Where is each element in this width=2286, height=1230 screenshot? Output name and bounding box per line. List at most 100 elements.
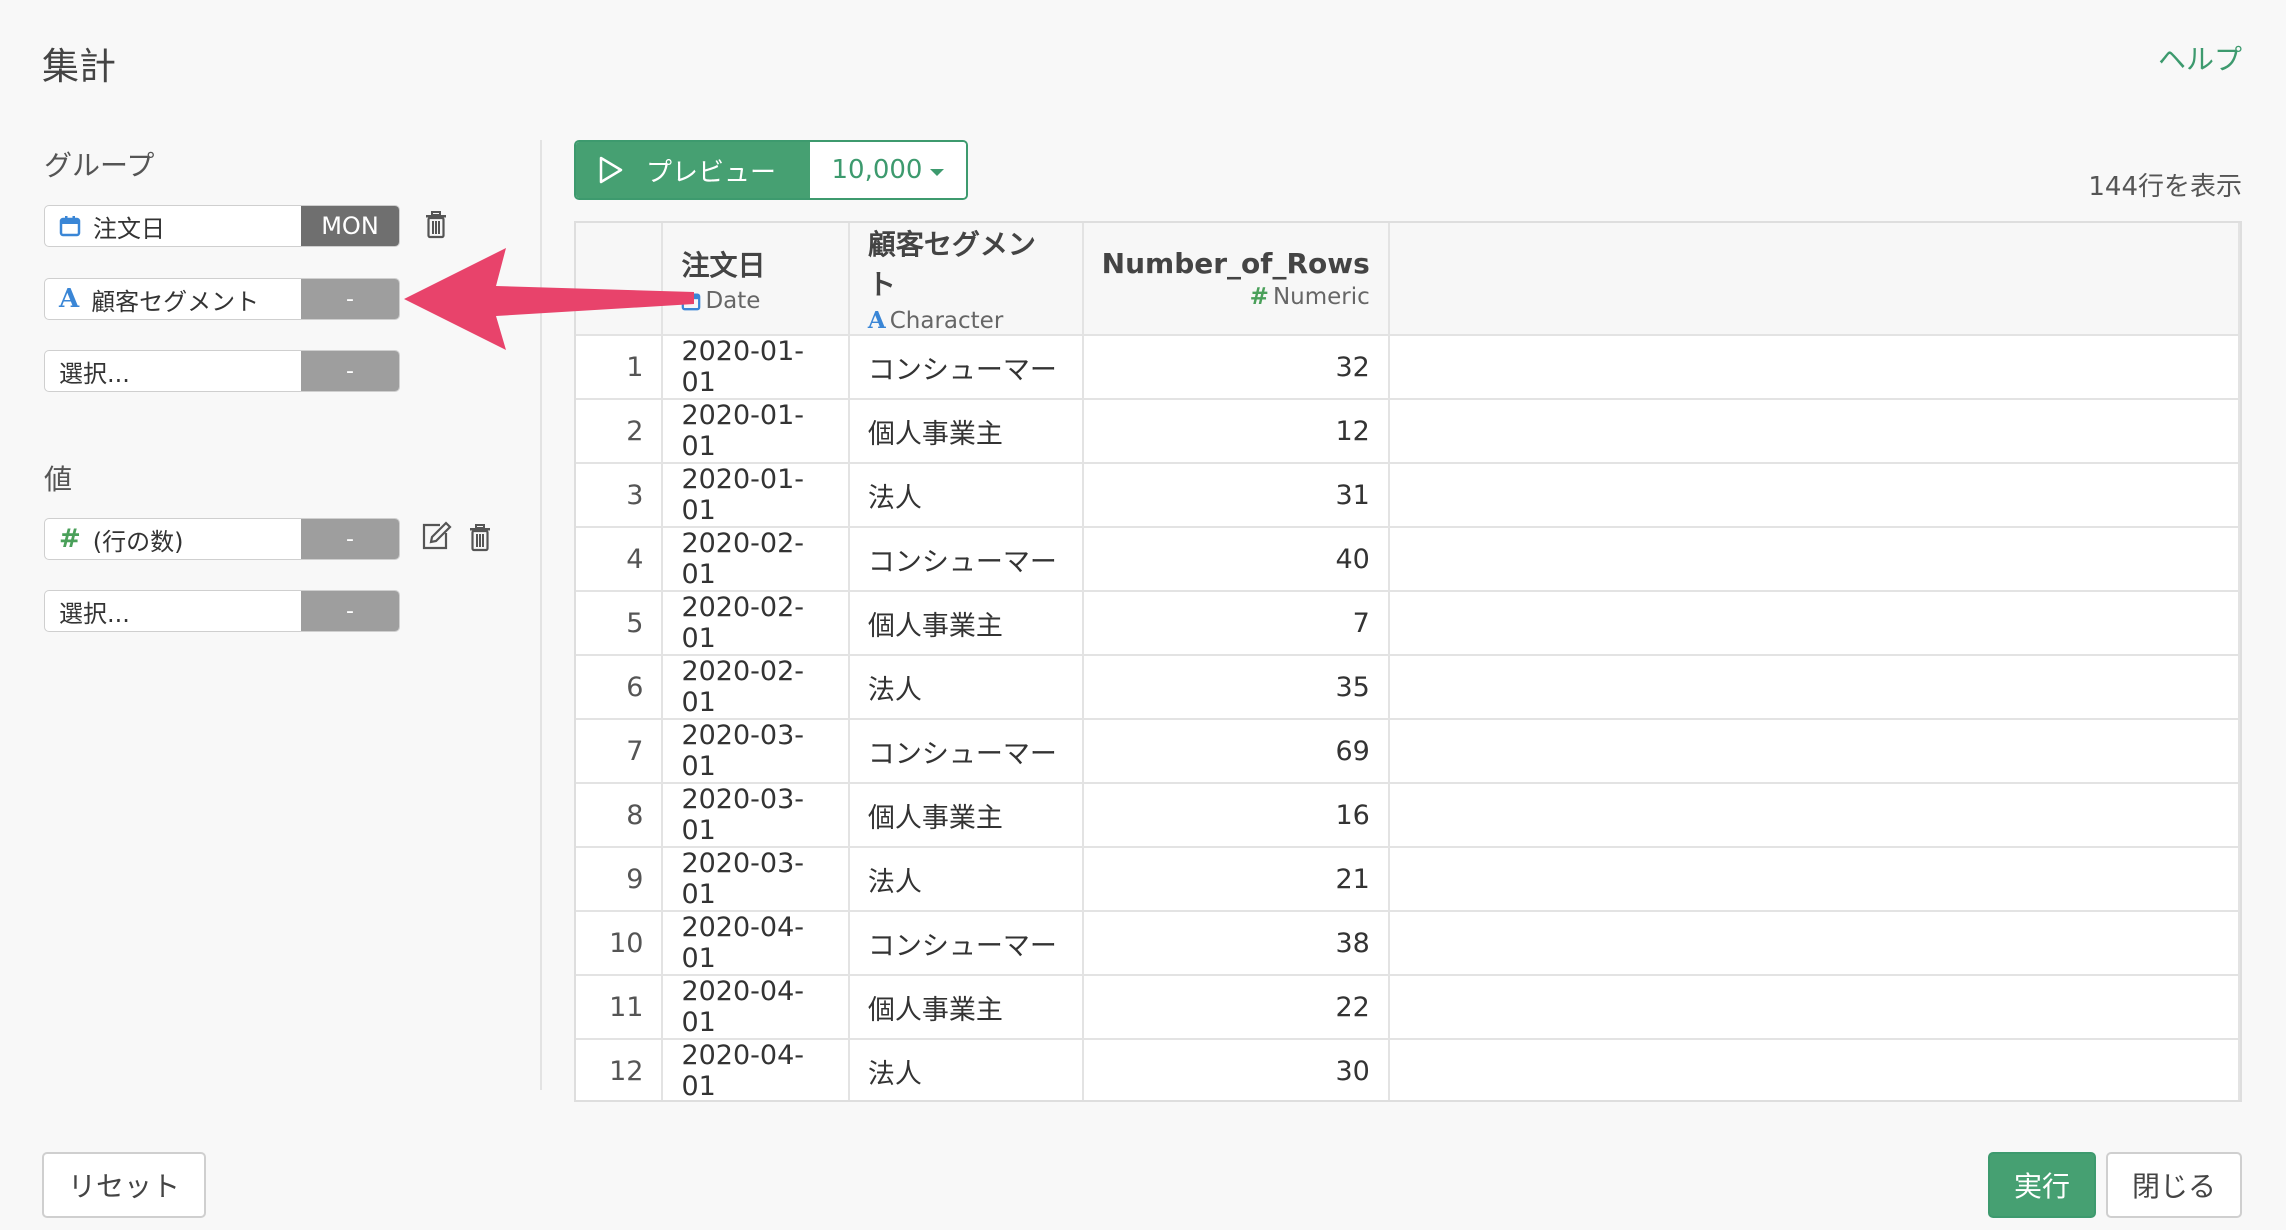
table-row: 7 2020-03-01 コンシューマー 69 [576, 719, 2240, 784]
table-row: 8 2020-03-01 個人事業主 16 [576, 783, 2240, 848]
row-limit-dropdown[interactable]: 10,000 [810, 142, 966, 198]
select-placeholder: 選択... [59, 359, 130, 388]
number-of-rows-cell: 69 [1082, 719, 1390, 784]
calendar-icon [59, 215, 81, 237]
number-of-rows-cell: 31 [1082, 463, 1390, 528]
group-option-selector[interactable]: - [301, 279, 399, 319]
value-option-selector[interactable]: - [301, 591, 399, 631]
customer-segment-cell: 法人 [848, 1039, 1084, 1100]
order-date-cell: 2020-04-01 [662, 1039, 850, 1100]
number-of-rows-cell: 12 [1082, 399, 1390, 464]
number-of-rows-cell: 16 [1082, 783, 1390, 848]
number-of-rows-cell: 32 [1082, 335, 1390, 400]
row-number-cell: 12 [576, 1039, 664, 1100]
numeric-icon: # [1249, 284, 1269, 310]
annotation-arrow [404, 248, 694, 350]
character-icon: A [59, 284, 80, 314]
number-of-rows-cell: 38 [1082, 911, 1390, 976]
number-of-rows-cell: 30 [1082, 1039, 1390, 1100]
row-count-text: 144行を表示 [2088, 172, 2242, 202]
order-date-cell: 2020-04-01 [662, 911, 850, 976]
customer-segment-cell: コンシューマー [848, 911, 1084, 976]
order-date-cell: 2020-03-01 [662, 783, 850, 848]
preview-label: プレビュー [646, 157, 777, 188]
customer-segment-cell: コンシューマー [848, 527, 1084, 592]
row-number-cell: 11 [576, 975, 664, 1040]
customer-segment-cell: コンシューマー [848, 335, 1084, 400]
order-date-cell: 2020-01-01 [662, 463, 850, 528]
number-of-rows-cell: 35 [1082, 655, 1390, 720]
caret-down-icon [930, 168, 945, 176]
table-filler [1388, 1039, 2240, 1100]
table-filler [1388, 591, 2240, 656]
column-header-number-of-rows[interactable]: Number_of_Rows # Numeric [1082, 223, 1390, 336]
table-filler [1388, 655, 2240, 720]
edit-icon[interactable] [420, 521, 452, 553]
row-number-cell: 6 [576, 655, 664, 720]
trash-icon[interactable] [468, 524, 494, 554]
order-date-cell: 2020-02-01 [662, 655, 850, 720]
customer-segment-cell: 法人 [848, 463, 1084, 528]
row-number-cell: 8 [576, 783, 664, 848]
help-link[interactable]: ヘルプ [2158, 38, 2242, 78]
customer-segment-cell: 個人事業主 [848, 399, 1084, 464]
close-button[interactable]: 閉じる [2106, 1152, 2242, 1218]
customer-segment-cell: 個人事業主 [848, 783, 1084, 848]
table-row: 1 2020-01-01 コンシューマー 32 [576, 335, 2240, 400]
customer-segment-cell: コンシューマー [848, 719, 1084, 784]
row-number-cell: 5 [576, 591, 664, 656]
reset-button[interactable]: リセット [42, 1152, 206, 1218]
trash-icon[interactable] [424, 211, 450, 241]
preview-button[interactable]: プレビュー [576, 142, 810, 198]
table-filler [1388, 463, 2240, 528]
number-of-rows-cell: 40 [1082, 527, 1390, 592]
order-date-cell: 2020-03-01 [662, 847, 850, 912]
select-placeholder: 選択... [59, 599, 130, 628]
value-field-row-count[interactable]: # (行の数) - [44, 518, 400, 560]
row-number-cell: 3 [576, 463, 664, 528]
row-number-cell: 9 [576, 847, 664, 912]
table-filler [1388, 527, 2240, 592]
number-of-rows-cell: 7 [1082, 591, 1390, 656]
number-of-rows-cell: 22 [1082, 975, 1390, 1040]
order-date-cell: 2020-04-01 [662, 975, 850, 1040]
table-filler [1388, 911, 2240, 976]
column-header-customer-segment[interactable]: 顧客セグメント A Character [848, 223, 1084, 336]
customer-segment-cell: 法人 [848, 847, 1084, 912]
order-date-cell: 2020-02-01 [662, 527, 850, 592]
run-button[interactable]: 実行 [1988, 1152, 2096, 1218]
customer-segment-cell: 個人事業主 [848, 591, 1084, 656]
date-unit-selector[interactable]: MON [301, 206, 399, 246]
group-option-selector[interactable]: - [301, 351, 399, 391]
table-row: 6 2020-02-01 法人 35 [576, 655, 2240, 720]
table-row: 5 2020-02-01 個人事業主 7 [576, 591, 2240, 656]
order-date-cell: 2020-02-01 [662, 591, 850, 656]
table-filler [1388, 223, 2240, 336]
table-row: 2 2020-01-01 個人事業主 12 [576, 399, 2240, 464]
value-field-select[interactable]: 選択... - [44, 590, 400, 632]
group-field-label: 顧客セグメント [91, 287, 260, 316]
table-row: 9 2020-03-01 法人 21 [576, 847, 2240, 912]
table-filler [1388, 719, 2240, 784]
table-row: 4 2020-02-01 コンシューマー 40 [576, 527, 2240, 592]
row-number-cell: 10 [576, 911, 664, 976]
row-number-cell: 7 [576, 719, 664, 784]
preview-button-group: プレビュー 10,000 [574, 140, 968, 200]
value-section-label: 値 [44, 463, 73, 496]
value-option-selector[interactable]: - [301, 519, 399, 559]
table-row: 11 2020-04-01 個人事業主 22 [576, 975, 2240, 1040]
preview-table[interactable]: 注文日 Date 顧客セグメント A Character Number_of_R… [574, 221, 2242, 1102]
group-field-select[interactable]: 選択... - [44, 350, 400, 392]
table-filler [1388, 847, 2240, 912]
row-number-cell: 2 [576, 399, 664, 464]
group-section-label: グループ [44, 149, 155, 182]
table-filler [1388, 399, 2240, 464]
group-field-customer-segment[interactable]: A 顧客セグメント - [44, 278, 400, 320]
customer-segment-cell: 個人事業主 [848, 975, 1084, 1040]
value-field-label: (行の数) [92, 527, 184, 556]
group-field-order-date[interactable]: 注文日 MON [44, 205, 400, 247]
table-row: 12 2020-04-01 法人 30 [576, 1039, 2240, 1100]
number-of-rows-cell: 21 [1082, 847, 1390, 912]
numeric-icon: # [59, 524, 81, 554]
row-limit-value: 10,000 [831, 155, 923, 185]
